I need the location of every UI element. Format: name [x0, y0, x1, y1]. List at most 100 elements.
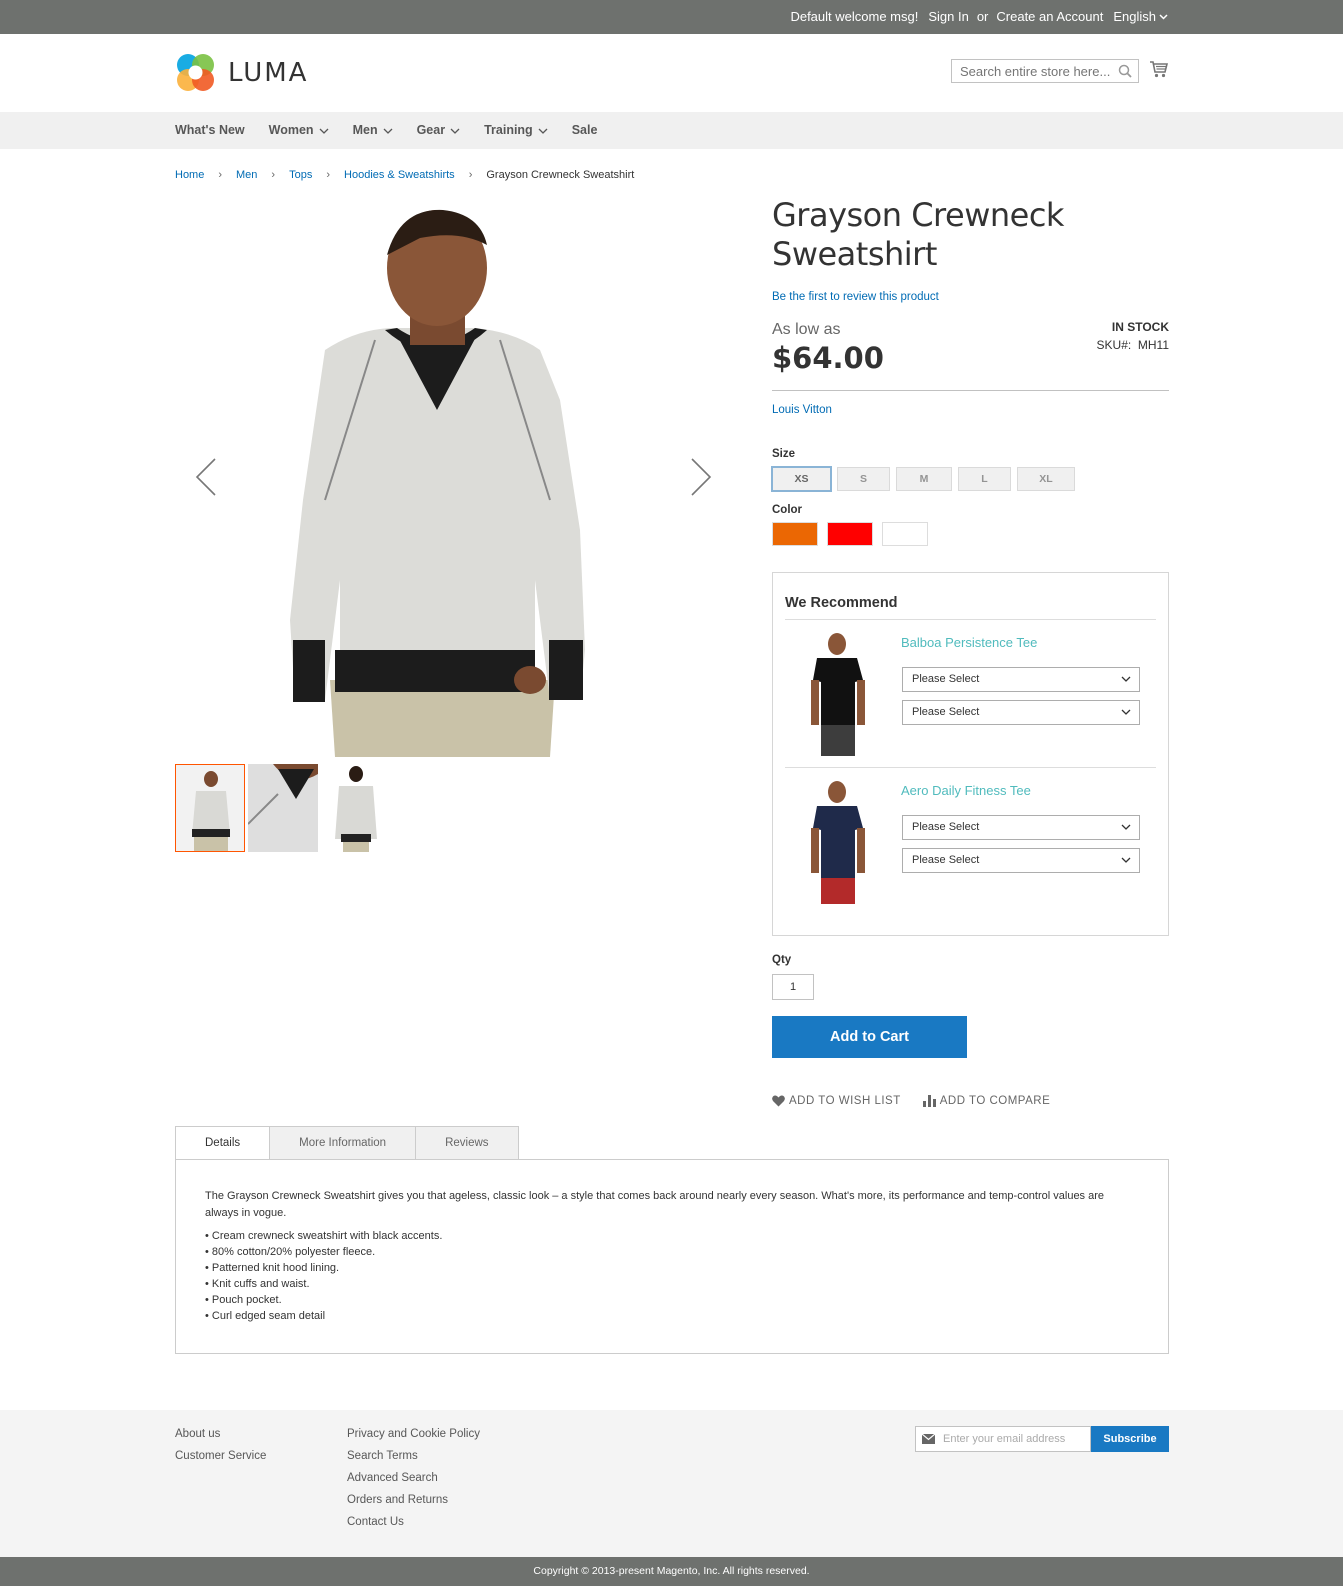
- review-link[interactable]: Be the first to review this product: [772, 291, 1169, 303]
- product-main-image[interactable]: [175, 200, 727, 757]
- wishlist-label: Add to Wish List: [789, 1095, 901, 1107]
- recommend-item: Aero Daily Fitness Tee Please Select Ple…: [785, 768, 1156, 916]
- feature-item: • Patterned knit hood lining.: [205, 1262, 340, 1274]
- search-input[interactable]: [952, 60, 1112, 82]
- language-label: English: [1113, 9, 1156, 24]
- nav-item-sale[interactable]: Sale: [572, 112, 598, 149]
- nav-item-gear[interactable]: Gear: [417, 112, 461, 149]
- site-header: LUMA: [0, 34, 1343, 112]
- recommend-item: Balboa Persistence Tee Please Select Ple…: [785, 620, 1156, 768]
- product-actions: Add to Wish List Add to Compare: [772, 1095, 1050, 1107]
- welcome-message: Default welcome msg!: [790, 9, 919, 24]
- nav-item-men[interactable]: Men: [353, 112, 393, 149]
- nav-item-whats-new[interactable]: What's New: [175, 112, 245, 149]
- logo[interactable]: LUMA: [175, 52, 308, 93]
- brand-link[interactable]: Louis Vitton: [772, 404, 1169, 416]
- site-footer: About us Customer Service Privacy and Co…: [0, 1410, 1343, 1557]
- envelope-icon: [922, 1434, 935, 1444]
- previous-image-arrow-icon[interactable]: [195, 458, 217, 496]
- add-to-cart-button[interactable]: Add to Cart: [772, 1016, 967, 1058]
- top-panel: Default welcome msg! Sign In or Create a…: [0, 0, 1343, 34]
- stock-status: In stock: [1111, 320, 1169, 335]
- nav-label: What's New: [175, 123, 245, 137]
- recommend-option-select[interactable]: Please Select: [902, 815, 1140, 840]
- thumbnail-front[interactable]: [175, 764, 245, 852]
- breadcrumb: Home › Men › Tops › Hoodies & Sweatshirt…: [175, 169, 634, 181]
- footer-link-about[interactable]: About us: [175, 1428, 266, 1450]
- breadcrumb-separator-icon: ›: [218, 169, 223, 181]
- color-swatch-red[interactable]: [827, 522, 873, 547]
- nav-item-women[interactable]: Women: [269, 112, 329, 149]
- recommend-product-name[interactable]: Balboa Persistence Tee: [901, 635, 1037, 650]
- product-thumbnail[interactable]: [797, 630, 867, 756]
- search-box[interactable]: [951, 59, 1139, 83]
- select-value: Please Select: [912, 854, 980, 866]
- tab-reviews[interactable]: Reviews: [416, 1126, 519, 1160]
- size-options: XS S M L XL: [771, 466, 1169, 493]
- feature-item: • Cream crewneck sweatshirt with black a…: [205, 1230, 443, 1242]
- chevron-down-icon: [538, 128, 548, 134]
- feature-item: • Pouch pocket.: [205, 1294, 282, 1306]
- nav-item-training[interactable]: Training: [484, 112, 548, 149]
- qty-input[interactable]: 1: [772, 974, 814, 1000]
- newsletter-placeholder: Enter your email address: [943, 1433, 1066, 1445]
- size-option-xs[interactable]: XS: [771, 466, 832, 493]
- breadcrumb-tops[interactable]: Tops: [289, 169, 312, 181]
- add-to-wishlist-link[interactable]: Add to Wish List: [772, 1095, 901, 1107]
- tab-details[interactable]: Details: [175, 1126, 271, 1160]
- feature-item: • Knit cuffs and waist.: [205, 1278, 310, 1290]
- footer-link-contact[interactable]: Contact Us: [347, 1516, 480, 1538]
- size-label: Size: [772, 448, 796, 461]
- size-option-l[interactable]: L: [958, 467, 1011, 492]
- add-to-compare-link[interactable]: Add to Compare: [922, 1095, 1051, 1107]
- language-switcher[interactable]: English: [1113, 9, 1168, 24]
- cart-icon[interactable]: [1150, 60, 1168, 78]
- footer-link-advanced-search[interactable]: Advanced Search: [347, 1472, 480, 1494]
- recommend-option-select[interactable]: Please Select: [902, 848, 1140, 873]
- subscribe-button[interactable]: Subscribe: [1091, 1426, 1169, 1452]
- footer-link-customer-service[interactable]: Customer Service: [175, 1450, 266, 1472]
- color-swatch-orange[interactable]: [772, 522, 818, 547]
- size-option-m[interactable]: M: [896, 467, 952, 492]
- product-thumbnail[interactable]: [797, 778, 867, 904]
- luma-logo-icon: [177, 54, 214, 91]
- nav-label: Sale: [571, 123, 598, 137]
- breadcrumb-hoodies[interactable]: Hoodies & Sweatshirts: [344, 169, 455, 181]
- feature-item: • 80% cotton/20% polyester fleece.: [205, 1246, 376, 1258]
- size-option-xl[interactable]: XL: [1017, 467, 1075, 492]
- sku-value: MH11: [1137, 338, 1169, 353]
- breadcrumb-current: Grayson Crewneck Sweatshirt: [486, 169, 635, 181]
- size-option-s[interactable]: S: [837, 467, 890, 492]
- footer-link-privacy[interactable]: Privacy and Cookie Policy: [347, 1428, 480, 1450]
- sign-in-link[interactable]: Sign In: [928, 9, 968, 24]
- copyright: Copyright © 2013-present Magento, Inc. A…: [0, 1557, 1343, 1586]
- breadcrumb-home[interactable]: Home: [175, 169, 204, 181]
- chevron-down-icon: [450, 128, 460, 134]
- feature-list: • Cream crewneck sweatshirt with black a…: [205, 1228, 1140, 1324]
- nav-label: Gear: [416, 123, 446, 137]
- chevron-down-icon: [319, 128, 329, 134]
- recommend-option-select[interactable]: Please Select: [902, 667, 1140, 692]
- select-value: Please Select: [912, 706, 980, 718]
- chevron-down-icon: [1121, 676, 1131, 682]
- sku-label: SKU#:: [1096, 338, 1132, 353]
- recommend-block: We Recommend Balboa Persistence Tee Plea…: [772, 572, 1169, 936]
- details-panel: The Grayson Crewneck Sweatshirt gives yo…: [175, 1159, 1169, 1354]
- recommend-option-select[interactable]: Please Select: [902, 700, 1140, 725]
- recommend-product-name[interactable]: Aero Daily Fitness Tee: [901, 783, 1031, 798]
- next-image-arrow-icon[interactable]: [690, 458, 712, 496]
- recommend-title: We Recommend: [785, 573, 1156, 620]
- thumbnail-detail[interactable]: [248, 764, 318, 852]
- compare-label: Add to Compare: [939, 1095, 1051, 1107]
- main-navigation: What's New Women Men Gear Training Sale: [0, 112, 1343, 149]
- tab-more-information[interactable]: More Information: [270, 1126, 417, 1160]
- thumbnail-back[interactable]: [321, 764, 391, 852]
- search-icon[interactable]: [1118, 64, 1132, 78]
- footer-links-col2: Privacy and Cookie Policy Search Terms A…: [347, 1428, 480, 1538]
- color-swatch-white[interactable]: [882, 522, 928, 547]
- footer-link-search-terms[interactable]: Search Terms: [347, 1450, 480, 1472]
- footer-link-orders-returns[interactable]: Orders and Returns: [347, 1494, 480, 1516]
- create-account-link[interactable]: Create an Account: [996, 9, 1103, 24]
- breadcrumb-men[interactable]: Men: [236, 169, 257, 181]
- newsletter-email-field[interactable]: Enter your email address: [915, 1426, 1091, 1452]
